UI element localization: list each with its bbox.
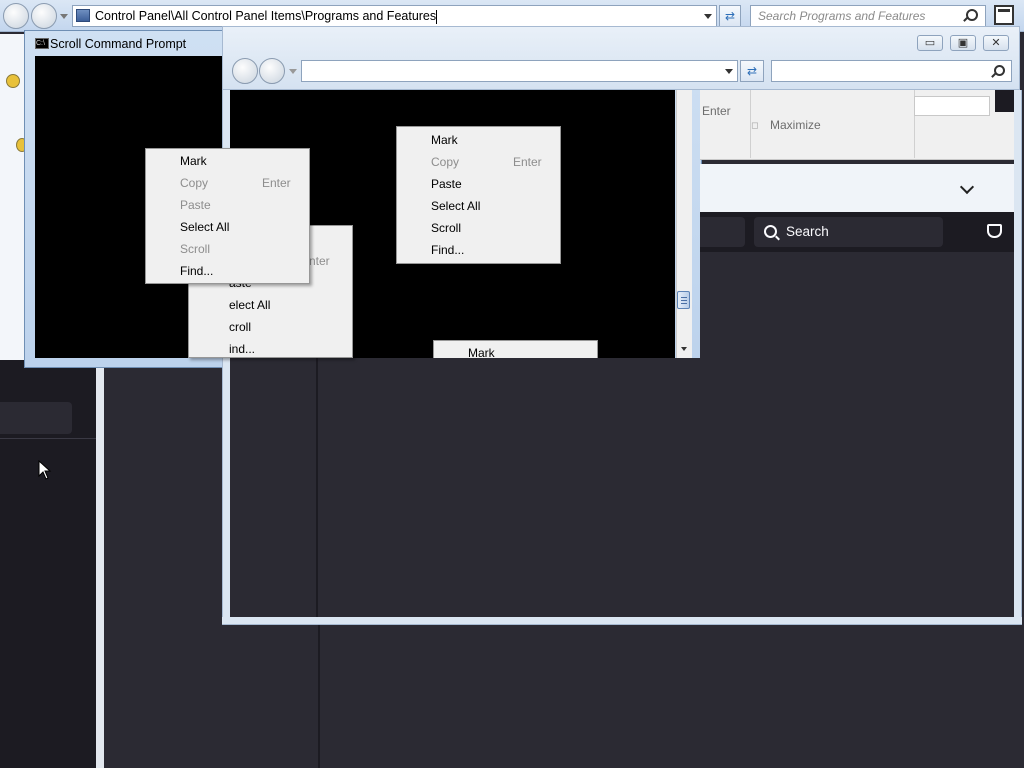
menu-item-mark[interactable]: Mark: [180, 150, 207, 172]
window-layout-icon[interactable]: [994, 5, 1014, 25]
menu-shortcut: nter: [309, 254, 330, 268]
restore-icon[interactable]: ▣: [950, 35, 976, 51]
shortcut-label: Enter: [702, 104, 731, 118]
forward-icon[interactable]: [259, 58, 285, 84]
scrollbar-thumb[interactable]: [677, 291, 690, 309]
menu-item-find[interactable]: Find...: [180, 260, 213, 282]
refresh-icon[interactable]: ⇄: [719, 5, 741, 27]
maximize-glyph-icon: ◻: [751, 120, 759, 130]
forward-icon[interactable]: [31, 3, 57, 29]
search-input[interactable]: [771, 60, 1012, 82]
history-dropdown-icon[interactable]: [60, 14, 68, 19]
tab-strip: [700, 164, 1014, 212]
menu-item-label: Copy: [431, 155, 460, 169]
browser-search-box[interactable]: Search: [754, 217, 943, 247]
back-icon[interactable]: [3, 3, 29, 29]
menu-shortcut: Enter: [262, 176, 291, 190]
pocket-icon[interactable]: [987, 224, 1002, 238]
search-input[interactable]: Search Programs and Features: [750, 5, 986, 27]
window-border-bottom[interactable]: [222, 617, 1022, 625]
menu-item-select-all[interactable]: elect All: [229, 294, 270, 316]
menu-item-select-all[interactable]: Select All: [431, 195, 480, 217]
maximize-label: Maximize: [770, 118, 821, 132]
menu-shortcut: Enter: [513, 155, 542, 169]
shield-icon: [6, 74, 20, 88]
menu-item-paste[interactable]: Paste: [180, 194, 211, 216]
minimize-icon[interactable]: ▭: [917, 35, 943, 51]
window-border-right[interactable]: [1014, 90, 1022, 624]
menu-item-maximize[interactable]: ◻ Maximize: [750, 90, 915, 158]
close-icon[interactable]: ✕: [983, 35, 1009, 51]
menu-item-select-all[interactable]: Select All: [180, 216, 229, 238]
menu-item-paste[interactable]: Paste: [431, 173, 462, 195]
dark-app-left-bar[interactable]: [0, 402, 72, 434]
dark-app-divider: [0, 438, 96, 439]
control-panel-window-edge: [0, 34, 28, 360]
context-menu-2: Mark Copy Enter Paste Select All Scroll …: [396, 126, 561, 264]
search-label: Search: [786, 224, 829, 239]
cmd-window-title: Scroll Command Prompt: [50, 37, 187, 51]
menu-item-scroll[interactable]: Scroll: [180, 238, 210, 260]
menu-cell: Enter: [700, 90, 751, 158]
dark-app-main: [318, 358, 1014, 617]
context-menu-bottom: Mark: [433, 340, 598, 358]
console-screen[interactable]: [35, 56, 675, 358]
menu-item-mark[interactable]: Mark: [468, 343, 495, 358]
menu-item-copy[interactable]: Copy Enter: [431, 151, 556, 173]
menu-item-find[interactable]: Find...: [431, 239, 464, 261]
menu-item-copy[interactable]: Copy Enter: [180, 172, 305, 194]
menu-item-mark[interactable]: Mark: [431, 129, 458, 151]
pane-divider[interactable]: [96, 360, 104, 768]
address-bar[interactable]: [301, 60, 738, 82]
dark-app-sidebar: [230, 358, 318, 617]
dark-app-left-strip: [0, 360, 96, 768]
menu-item-scroll[interactable]: croll: [229, 316, 251, 338]
menu-item-scroll[interactable]: Scroll: [431, 217, 461, 239]
text-caret: [436, 9, 438, 24]
search-icon[interactable]: [991, 65, 1005, 78]
menu-item-label: Copy: [180, 176, 209, 190]
control-panel-icon: [76, 9, 90, 22]
address-text: Control Panel\All Control Panel Items\Pr…: [95, 9, 437, 23]
mouse-cursor-icon: [38, 460, 52, 480]
search-icon[interactable]: [963, 9, 978, 22]
back-icon[interactable]: [232, 58, 258, 84]
dark-app-content: [700, 252, 1014, 358]
url-bar-fragment[interactable]: [700, 217, 745, 247]
history-dropdown-icon[interactable]: [289, 69, 297, 74]
search-placeholder: Search Programs and Features: [758, 9, 926, 23]
menu-item-find[interactable]: ind...: [229, 338, 255, 360]
address-dropdown-icon[interactable]: [704, 14, 712, 19]
chevron-down-icon[interactable]: [959, 179, 975, 195]
context-menu: Mark Copy Enter Paste Select All Scroll …: [145, 148, 310, 284]
scroll-down-icon[interactable]: [681, 347, 687, 351]
address-dropdown-icon[interactable]: [725, 69, 733, 74]
dark-block: [995, 90, 1014, 112]
text-field[interactable]: [914, 96, 990, 116]
system-menu-fragment: Enter ◻ Maximize: [700, 90, 1014, 160]
console-scrollbar[interactable]: [676, 90, 692, 358]
address-bar[interactable]: Control Panel\All Control Panel Items\Pr…: [72, 5, 717, 27]
refresh-icon[interactable]: ⇄: [740, 60, 764, 82]
